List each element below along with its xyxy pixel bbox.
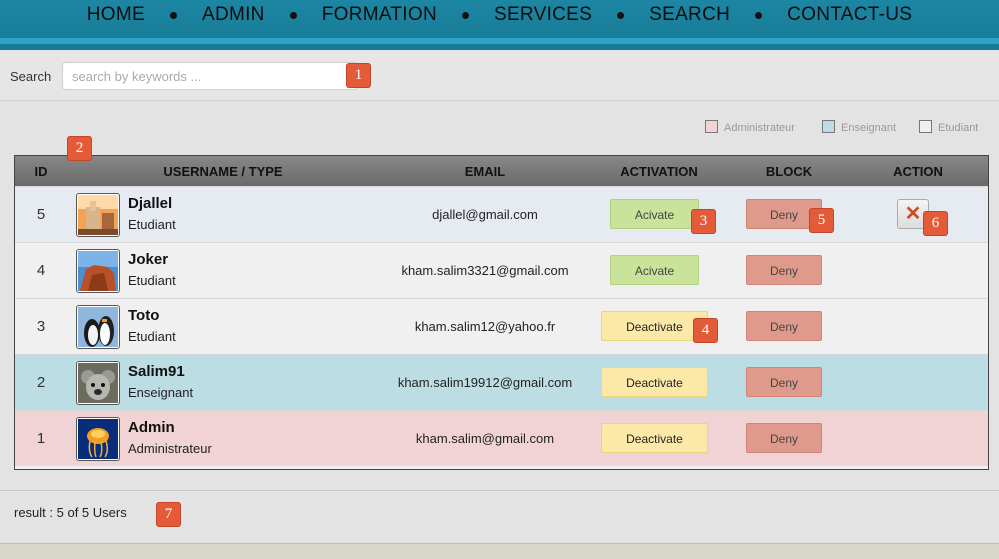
user-id: 5 — [36, 206, 46, 223]
annotation-badge-7: 7 — [157, 503, 180, 526]
table-row: 4 Joker Etudiant kham.salim3321@gmail.co… — [15, 242, 988, 298]
header-block: BLOCK — [765, 164, 813, 179]
legend-label: Enseignant — [841, 122, 897, 134]
annotation-badge-5: 5 — [810, 209, 833, 232]
user-type: Administrateur — [128, 441, 212, 456]
user-id: 3 — [36, 318, 46, 335]
username[interactable]: Toto — [128, 307, 159, 324]
header-activation: ACTIVATION — [620, 164, 698, 179]
legend-swatch-administrateur — [705, 120, 718, 133]
user-email: kham.salim@gmail.com — [415, 431, 555, 446]
nav-contact-us[interactable]: CONTACT-US — [787, 4, 912, 26]
nav-separator-dot — [289, 11, 297, 19]
nav-home[interactable]: HOME — [87, 4, 145, 26]
header-id: ID — [34, 164, 48, 179]
user-type: Etudiant — [128, 329, 176, 344]
nav-search[interactable]: SEARCH — [649, 4, 730, 26]
table-row: 2 Salim91 Enseignant kham.salim19912@gma… — [15, 354, 988, 410]
nav-separator-dot — [169, 11, 177, 19]
username[interactable]: Admin — [128, 419, 175, 436]
search-input[interactable] — [62, 62, 358, 90]
users-table: ID USERNAME / TYPE EMAIL ACTIVATION BLOC… — [14, 155, 989, 470]
username[interactable]: Salim91 — [128, 363, 185, 380]
avatar — [76, 193, 120, 237]
nav-services[interactable]: SERVICES — [494, 4, 592, 26]
nav-separator-dot — [755, 11, 763, 19]
avatar — [76, 361, 120, 405]
username[interactable]: Djallel — [128, 195, 172, 212]
deny-button[interactable]: Deny — [746, 255, 822, 285]
avatar — [76, 305, 120, 349]
activate-button[interactable]: Acivate — [610, 199, 699, 229]
user-type: Enseignant — [128, 385, 194, 400]
table-row: 5 Djallel Etudiant djallel@gmail.com Aci… — [15, 186, 988, 242]
nav-stripe — [0, 38, 999, 44]
legend-swatch-enseignant — [822, 120, 835, 133]
user-email: kham.salim12@yahoo.fr — [414, 319, 556, 334]
header-action: ACTION — [893, 164, 943, 179]
deny-button[interactable]: Deny — [746, 311, 822, 341]
deactivate-button[interactable]: Deactivate — [601, 423, 708, 453]
result-count: result : 5 of 5 Users — [14, 505, 127, 520]
deactivate-button[interactable]: Deactivate — [601, 311, 708, 341]
annotation-badge-4: 4 — [694, 319, 717, 342]
table-row: 1 Admin Administrateur kham.salim@gmail.… — [15, 410, 988, 466]
user-id: 4 — [36, 262, 46, 279]
user-type: Etudiant — [128, 273, 176, 288]
user-email: djallel@gmail.com — [432, 207, 538, 222]
table-header: ID USERNAME / TYPE EMAIL ACTIVATION BLOC… — [15, 156, 988, 186]
deny-button[interactable]: Deny — [746, 367, 822, 397]
avatar — [76, 417, 120, 461]
bottom-strip — [0, 543, 999, 559]
nav-separator-dot — [461, 11, 469, 19]
username[interactable]: Joker — [128, 251, 168, 268]
nav-admin[interactable]: ADMIN — [202, 4, 265, 26]
annotation-badge-3: 3 — [692, 210, 715, 233]
avatar — [76, 249, 120, 293]
activate-button[interactable]: Acivate — [610, 255, 699, 285]
legend-swatch-etudiant — [919, 120, 932, 133]
user-id: 1 — [36, 430, 46, 447]
legend-etudiant: Etudiant — [919, 120, 978, 134]
deactivate-button[interactable]: Deactivate — [601, 367, 708, 397]
user-type: Etudiant — [128, 217, 176, 232]
nav-formation[interactable]: FORMATION — [322, 4, 437, 26]
deny-button[interactable]: Deny — [746, 423, 822, 453]
top-nav: HOME ADMIN FORMATION SERVICES SEARCH CONTACT-… — [0, 0, 999, 50]
legend-enseignant: Enseignant — [822, 120, 896, 134]
annotation-badge-6: 6 — [924, 212, 947, 235]
header-username-type: USERNAME / TYPE — [163, 164, 283, 179]
legend-administrateur: Administrateur — [705, 120, 795, 134]
user-id: 2 — [36, 374, 46, 391]
annotation-badge-1: 1 — [347, 64, 370, 87]
legend-label: Etudiant — [938, 122, 979, 134]
results-footer: result : 5 of 5 Users — [0, 490, 999, 544]
close-icon: ✕ — [904, 203, 922, 225]
table-row: 3 Toto Etudiant kham.salim12@yahoo.fr De… — [15, 298, 988, 354]
user-email: kham.salim19912@gmail.com — [397, 375, 573, 390]
legend-label: Administrateur — [724, 122, 795, 134]
header-email: EMAIL — [464, 164, 506, 179]
search-bar: Search — [0, 52, 999, 101]
nav-separator-dot — [617, 11, 625, 19]
annotation-badge-2: 2 — [68, 137, 91, 160]
user-email: kham.salim3321@gmail.com — [401, 263, 569, 278]
search-label: Search — [10, 69, 52, 84]
